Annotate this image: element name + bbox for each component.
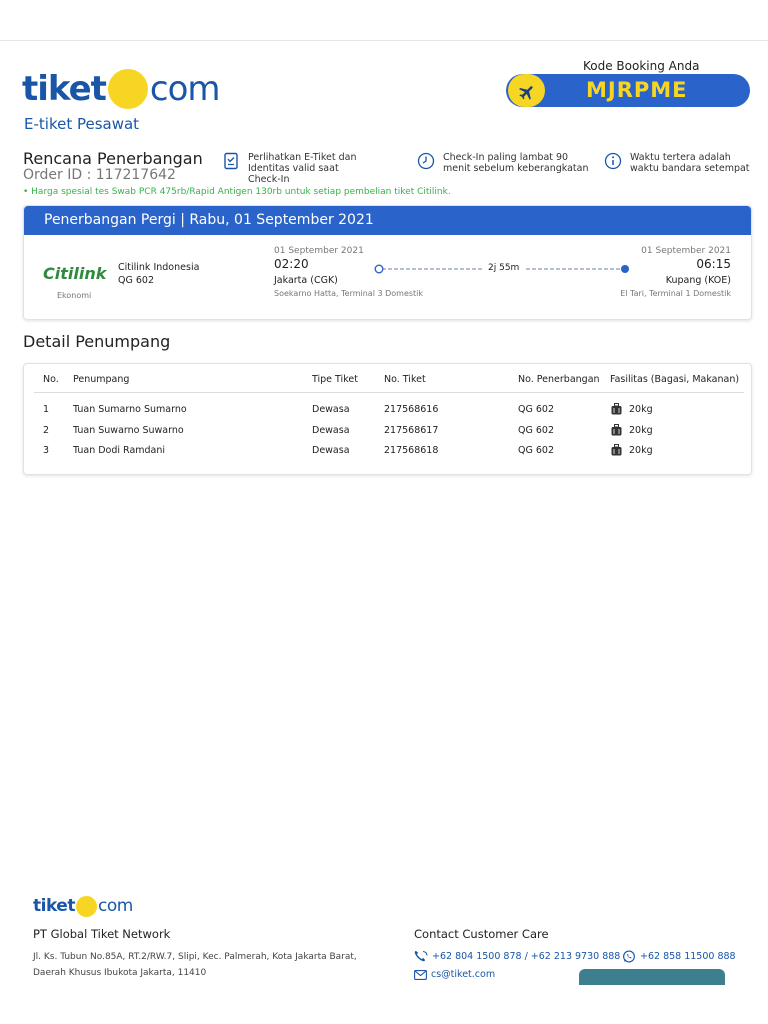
citilink-logo: Citilink: [43, 264, 107, 283]
info-local-time-text: Waktu tertera adalah waktu bandara setem…: [630, 152, 750, 174]
promo-note: • Harga spesial tes Swab PCR 475rb/Rapid…: [23, 187, 451, 197]
order-id: Order ID : 117217642: [23, 167, 176, 183]
phone-icon: [414, 950, 428, 962]
header-divider: [34, 392, 744, 393]
booking-code-label: Kode Booking Anda: [583, 59, 700, 73]
logo-text-tiket: tiket: [22, 69, 107, 109]
logo-text-com: com: [149, 69, 221, 109]
col-facilities: Fasilitas (Bagasi, Makanan): [610, 374, 740, 385]
passenger-name: Tuan Suwarno Suwarno: [73, 425, 184, 436]
arrival-block: 01 September 2021 06:15 Kupang (KOE) El …: [620, 246, 731, 298]
col-ticket-type: Tipe Tiket: [312, 374, 358, 385]
customer-care-title: Contact Customer Care: [414, 927, 549, 941]
baggage-icon: [611, 424, 622, 436]
info-checkin-text: Check-In paling lambat 90 menit sebelum …: [443, 152, 589, 174]
col-passenger: Penumpang: [73, 374, 130, 385]
mail-icon: [414, 969, 427, 980]
clock-icon: [417, 152, 435, 170]
ticket-type: Dewasa: [312, 425, 350, 436]
baggage-icon: [611, 403, 622, 415]
whatsapp-icon: [623, 950, 635, 963]
flight-number: QG 602: [518, 445, 554, 456]
whatsapp-number: +62 858 11500 888: [640, 951, 736, 962]
passenger-section-title: Detail Penumpang: [23, 332, 171, 351]
departure-city: Jakarta (CGK): [274, 275, 338, 286]
info-local-time: Waktu tertera adalah waktu bandara setem…: [604, 152, 754, 174]
footer-logo-text-tiket: tiket: [33, 896, 75, 916]
flight-number: QG 602: [118, 275, 154, 286]
footer-logo-dot-icon: [75, 895, 97, 917]
flight-number: QG 602: [518, 404, 554, 415]
arrival-city: Kupang (KOE): [665, 275, 731, 286]
baggage-allowance: 20kg: [629, 425, 653, 436]
arrival-terminal: El Tari, Terminal 1 Domestik: [620, 289, 731, 298]
company-address: Jl. Ks. Tubun No.85A, RT.2/RW.7, Slipi, …: [33, 952, 357, 978]
tiket-logo: tiket com: [22, 67, 221, 111]
phone-numbers: +62 804 1500 878 / +62 213 9730 888: [432, 950, 621, 962]
logo-dot-icon: [107, 69, 148, 109]
passenger-name: Tuan Sumarno Sumarno: [73, 404, 187, 415]
arrival-date: 01 September 2021: [641, 246, 731, 256]
arrival-time: 06:15: [696, 257, 731, 271]
booking-code: MJRPME: [586, 78, 688, 102]
info-show-ticket-text: Perlihatkan E-Tiket dan Identitas valid …: [248, 152, 357, 185]
document-icon: [224, 152, 238, 170]
flight-heading: Penerbangan Pergi | Rabu, 01 September 2…: [24, 206, 751, 235]
info-checkin: Check-In paling lambat 90 menit sebelum …: [417, 152, 597, 174]
customer-care-whatsapp[interactable]: +62 858 11500 888: [622, 950, 736, 963]
airline-name: Citilink Indonesia: [118, 262, 200, 273]
flight-number: QG 602: [518, 425, 554, 436]
info-icon: [604, 152, 622, 170]
company-name: PT Global Tiket Network: [33, 927, 171, 941]
col-flight-no: No. Penerbangan: [518, 374, 600, 385]
flight-card: Penerbangan Pergi | Rabu, 01 September 2…: [23, 205, 752, 320]
col-no: No.: [43, 374, 59, 385]
footer-logo-text-com: com: [97, 896, 133, 916]
row-no: 2: [43, 425, 50, 436]
departure-date: 01 September 2021: [274, 246, 364, 256]
cabin-class: Ekonomi: [57, 291, 92, 300]
ticket-number: 217568616: [384, 404, 439, 415]
flight-duration: 2j 55m: [482, 263, 526, 273]
passenger-table: No. Penumpang Tipe Tiket No. Tiket No. P…: [23, 363, 752, 475]
page-subtitle: E-tiket Pesawat: [24, 115, 140, 133]
customer-care-email[interactable]: cs@tiket.com: [414, 969, 495, 980]
ticket-number: 217568618: [384, 445, 439, 456]
col-ticket-no: No. Tiket: [384, 374, 426, 385]
baggage-allowance: 20kg: [629, 404, 653, 415]
passenger-name: Tuan Dodi Ramdani: [73, 445, 166, 456]
plan-title: Rencana Penerbangan: [23, 149, 203, 168]
airline-info: Citilink Indonesia QG 602: [118, 261, 199, 287]
airplane-icon: [508, 74, 545, 107]
footer-logo: tiket com: [33, 895, 133, 917]
email-address: cs@tiket.com: [431, 969, 496, 980]
row-no: 3: [43, 445, 50, 456]
booking-code-pill: MJRPME: [506, 74, 750, 107]
info-show-ticket: Perlihatkan E-Tiket dan Identitas valid …: [222, 152, 372, 185]
table-header: No. Penumpang Tipe Tiket No. Tiket No. P…: [24, 374, 751, 392]
customer-care-phone[interactable]: +62 804 1500 878 / +62 213 9730 888: [414, 950, 620, 962]
row-no: 1: [43, 404, 50, 415]
ticket-type: Dewasa: [312, 445, 350, 456]
ticket-type: Dewasa: [312, 404, 350, 415]
baggage-icon: [611, 444, 622, 456]
baggage-allowance: 20kg: [629, 445, 653, 456]
ticket-number: 217568617: [384, 425, 439, 436]
departure-terminal: Soekarno Hatta, Terminal 3 Domestik: [274, 289, 424, 298]
footer-action-button[interactable]: [579, 969, 725, 985]
e-ticket-sheet: tiket com E-tiket Pesawat Kode Booking A…: [0, 40, 768, 985]
